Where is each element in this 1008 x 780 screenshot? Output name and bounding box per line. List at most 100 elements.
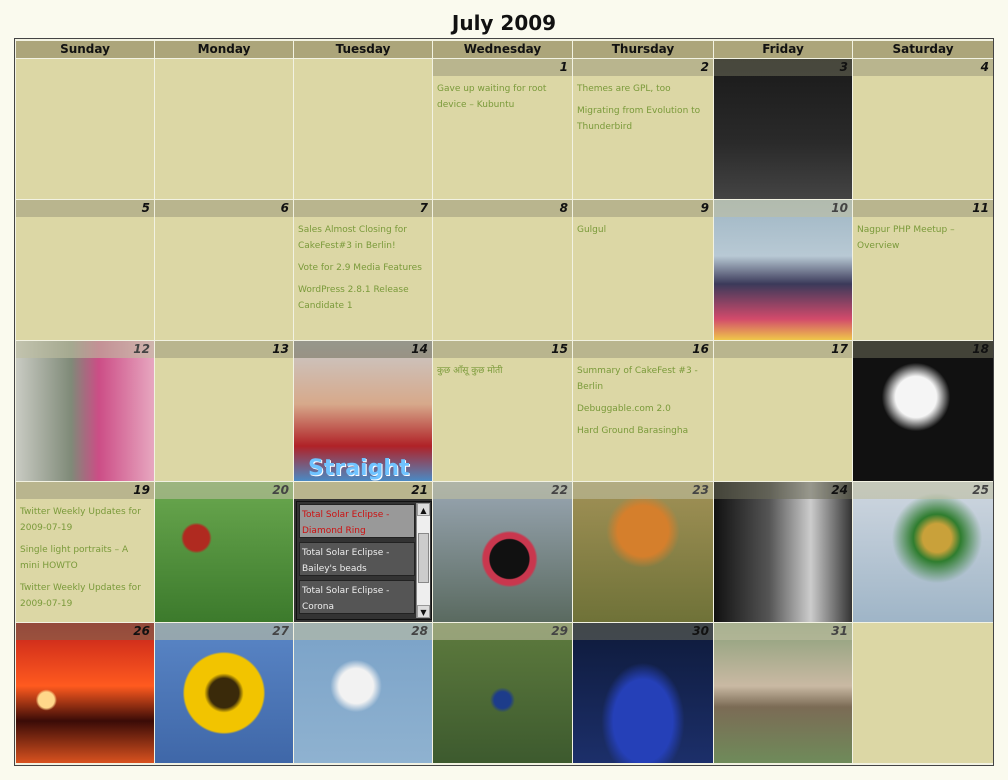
eclipse-popup-item[interactable]: Total Solar Eclipse - Bailey's beads [299,542,415,576]
day-number: 8 [433,200,572,217]
post-list: Gave up waiting for root device – Kubunt… [437,81,568,119]
tern-bird-photo[interactable] [294,623,432,763]
day-cell-25: 25 [853,482,993,622]
day-number: 25 [853,482,993,499]
day-cell-10: 10 [714,200,852,340]
post-link[interactable]: Gulgul [577,222,709,238]
day-cell-26: 26 [16,623,154,763]
day-cell-14: Straight 14 [294,341,432,481]
sunset-photo[interactable] [16,623,154,763]
day-cell-30: 30 [573,623,713,763]
day-cell-19: 19 Twitter Weekly Updates for 2009-07-19 S… [16,482,154,622]
post-link[interactable]: WordPress 2.8.1 Release Candidate 1 [298,282,428,314]
post-list: Themes are GPL, too Migrating from Evolut… [577,81,709,141]
weekday-header-thursday: Thursday [573,41,713,58]
day-cell-31: 31 [714,623,852,763]
poster-title-text: Straight [308,456,410,481]
day-number: 16 [573,341,713,358]
weekday-header-monday: Monday [155,41,293,58]
day-cell-6: 6 [155,200,293,340]
post-link[interactable]: Hard Ground Barasingha [577,423,709,439]
day-number: 7 [294,200,432,217]
day-number: 14 [294,341,432,358]
day-cell-22: 22 [433,482,572,622]
dancer-photo[interactable] [573,623,713,763]
day-number: 5 [16,200,154,217]
post-link[interactable]: Migrating from Evolution to Thunderbird [577,103,709,135]
day-number: 23 [573,482,713,499]
weekday-header-saturday: Saturday [853,41,993,58]
day-cell-4: 4 [853,59,993,199]
day-number: 29 [433,623,572,640]
day-number: 13 [155,341,293,358]
day-number: 17 [714,341,852,358]
post-link[interactable]: Sales Almost Closing for CakeFest#3 in B… [298,222,428,254]
day-number: 22 [433,482,572,499]
day-cell-23: 23 [573,482,713,622]
peacock-photo[interactable] [433,623,572,763]
post-link[interactable]: Nagpur PHP Meetup – Overview [857,222,989,254]
day-number: 11 [853,200,993,217]
day-number: 30 [573,623,713,640]
scroll-thumb[interactable] [418,533,429,583]
day-cell-13: 13 [155,341,293,481]
day-cell-16: 16 Summary of CakeFest #3 - Berlin Debugga… [573,341,713,481]
person-lying-on-bed-photo[interactable] [714,200,852,340]
day-cell-15: 15 कुछ आँसू कुछ मोती [433,341,572,481]
day-cell-11: 11 Nagpur PHP Meetup – Overview [853,200,993,340]
day-cell-2: 2 Themes are GPL, too Migrating from Evolu… [573,59,713,199]
day-cell-20: 20 [155,482,293,622]
post-link[interactable]: Twitter Weekly Updates for 2009-07-19 [20,580,150,612]
post-link[interactable]: कुछ आँसू कुछ मोती [437,363,568,379]
day-number: 26 [16,623,154,640]
post-list: Twitter Weekly Updates for 2009-07-19 Sin… [20,504,150,618]
eclipse-popup-item[interactable]: Total Solar Eclipse - Corona [299,580,415,614]
day-cell-1: 1 Gave up waiting for root device – Kubun… [433,59,572,199]
day-number: 20 [155,482,293,499]
day-cell-18: 18 [853,341,993,481]
portrait-bw-photo[interactable] [714,482,852,622]
post-link[interactable]: Gave up waiting for root device – Kubunt… [437,81,568,113]
red-bird-on-branch-photo[interactable] [155,482,293,622]
post-link[interactable]: Twitter Weekly Updates for 2009-07-19 [20,504,150,536]
day-cell-21: 21 Total Solar Eclipse - Diamond Ring Tota… [294,482,432,622]
calendar-grid: Sunday Monday Tuesday Wednesday Thursday Frid… [14,38,994,766]
day-number: 24 [714,482,852,499]
day-cell-3: 3 [714,59,852,199]
post-link[interactable]: Single light portraits – A mini HOWTO [20,542,150,574]
post-link[interactable]: Vote for 2.9 Media Features [298,260,428,276]
day-number: 12 [16,341,154,358]
day-number: 15 [433,341,572,358]
girl-at-window-photo[interactable] [16,341,154,481]
scroll-up-arrow-icon[interactable]: ▲ [417,503,430,516]
day-cell-17: 17 [714,341,852,481]
day-number: 10 [714,200,852,217]
day-number: 18 [853,341,993,358]
weekday-header-wednesday: Wednesday [433,41,572,58]
day-cell-12: 12 [16,341,154,481]
barbet-bird-photo[interactable] [853,482,993,622]
popup-scrollbar[interactable]: ▲ ▼ [416,503,430,618]
butterfly-photo[interactable] [433,482,572,622]
post-link[interactable]: Summary of CakeFest #3 - Berlin [577,363,709,395]
post-list: Gulgul [577,222,709,244]
post-list: Summary of CakeFest #3 - Berlin Debuggabl… [577,363,709,445]
day-number: 21 [294,482,432,499]
eclipse-popup-item[interactable]: Total Solar Eclipse - Diamond Ring [299,504,415,538]
birds-on-branch-photo[interactable] [714,623,852,763]
scroll-down-arrow-icon[interactable]: ▼ [417,605,430,618]
people-on-stage-photo[interactable] [714,59,852,199]
weekday-header-friday: Friday [714,41,852,58]
weekday-header-sunday: Sunday [16,41,154,58]
eclipse-popup-list[interactable]: Total Solar Eclipse - Diamond Ring Total … [296,501,432,620]
sunflower-photo[interactable] [155,623,293,763]
white-flowers-photo[interactable] [853,341,993,481]
day-cell-9: 9 Gulgul [573,200,713,340]
day-number: 6 [155,200,293,217]
post-link[interactable]: Debuggable.com 2.0 [577,401,709,417]
day-cell-24: 24 [714,482,852,622]
post-link[interactable]: Themes are GPL, too [577,81,709,97]
day-number: 9 [573,200,713,217]
tiger-photo[interactable] [573,482,713,622]
month-title: July 2009 [451,11,557,35]
